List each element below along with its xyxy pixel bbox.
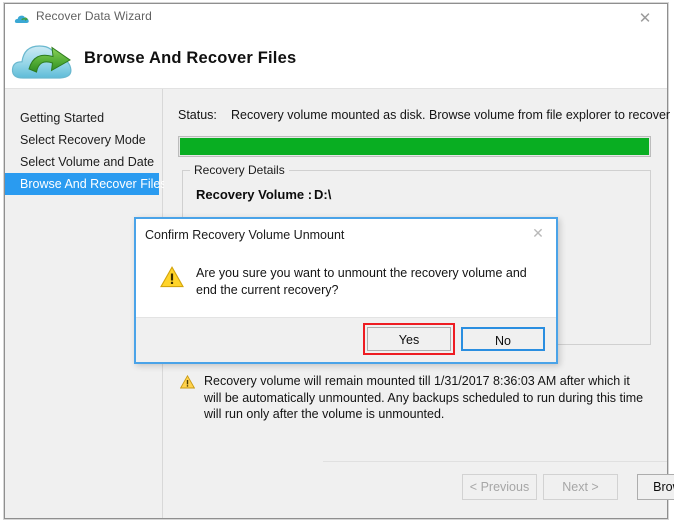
mount-warning-text: Recovery volume will remain mounted till…	[204, 374, 644, 421]
wizard-footer: < Previous Next > Browse Unmount	[323, 461, 674, 518]
mount-warning: Recovery volume will remain mounted till…	[179, 373, 649, 423]
confirm-unmount-dialog: Confirm Recovery Volume Unmount ✕ Are yo…	[134, 217, 558, 364]
page-header: Browse And Recover Files	[5, 32, 667, 89]
close-icon[interactable]: ✕	[623, 4, 667, 32]
recovery-volume-row: Recovery Volume : D:\	[196, 187, 331, 202]
next-button[interactable]: Next >	[543, 474, 618, 500]
sidebar-item-getting-started[interactable]: Getting Started	[5, 107, 162, 129]
progress-bar-fill	[180, 138, 649, 155]
window-title: Recover Data Wizard	[36, 9, 152, 23]
status-row: Status: Recovery volume mounted as disk. …	[178, 108, 674, 122]
dialog-body: Are you sure you want to unmount the rec…	[136, 249, 556, 322]
previous-button[interactable]: < Previous	[462, 474, 537, 500]
browse-button[interactable]: Browse	[637, 474, 674, 500]
warning-triangle-icon	[179, 373, 196, 423]
dialog-message: Are you sure you want to unmount the rec…	[196, 266, 527, 297]
no-button[interactable]: No	[461, 327, 545, 351]
recovery-volume-label: Recovery Volume :	[196, 187, 313, 202]
dialog-close-icon[interactable]: ✕	[524, 221, 552, 245]
warning-triangle-icon	[160, 265, 184, 322]
sidebar-item-browse-and-recover-files[interactable]: Browse And Recover Files	[5, 173, 167, 195]
sidebar-item-select-volume-and-date[interactable]: Select Volume and Date	[5, 151, 162, 173]
cloud-recover-logo	[9, 36, 75, 84]
yes-button[interactable]: Yes	[367, 327, 451, 351]
recovery-details-title: Recovery Details	[190, 163, 289, 177]
sidebar-item-select-recovery-mode[interactable]: Select Recovery Mode	[5, 129, 162, 151]
dialog-footer: Yes No	[136, 317, 556, 362]
recovery-volume-value: D:\	[314, 187, 332, 202]
status-label: Status:	[178, 108, 217, 122]
progress-bar	[178, 136, 651, 157]
cloud-icon	[14, 12, 30, 24]
dialog-title: Confirm Recovery Volume Unmount	[145, 228, 345, 242]
status-value: Recovery volume mounted as disk. Browse …	[231, 108, 674, 122]
recover-data-wizard-window: Recover Data Wizard ✕ Browse And Recover…	[4, 3, 674, 519]
page-title: Browse And Recover Files	[84, 49, 297, 67]
title-bar: Recover Data Wizard ✕	[5, 4, 667, 32]
